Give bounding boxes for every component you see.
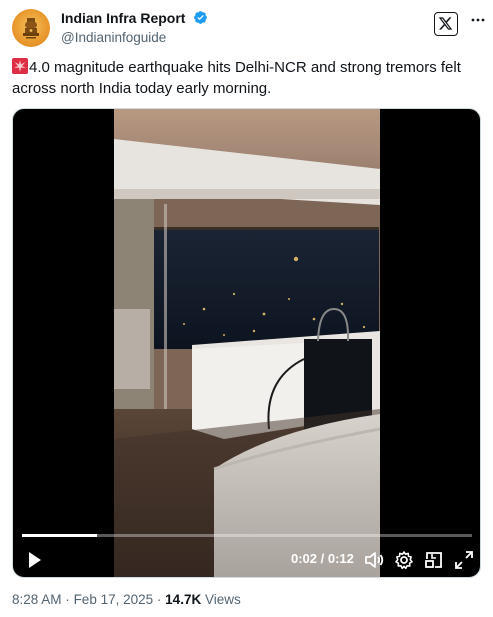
video-progress-fill (22, 534, 98, 537)
volume-icon[interactable] (363, 549, 385, 571)
post-time[interactable]: 8:28 AM (12, 592, 62, 607)
author-handle[interactable]: @Indianinfoguide (61, 29, 208, 46)
tweet-header: Indian Infra Report @Indianinfoguide (12, 8, 485, 48)
views-label: Views (204, 592, 241, 607)
author-display-name[interactable]: Indian Infra Report (61, 10, 185, 27)
play-icon[interactable] (23, 549, 45, 571)
settings-icon[interactable] (393, 549, 415, 571)
ashoka-emblem-icon (23, 18, 39, 39)
verified-badge-icon (194, 11, 207, 24)
video-frame (114, 109, 380, 577)
picture-in-picture-icon[interactable] (423, 549, 445, 571)
x-logo-button[interactable] (434, 12, 458, 36)
x-logo-icon (438, 17, 453, 30)
video-progress-bar[interactable] (22, 534, 472, 537)
tweet-meta: 8:28 AM · Feb 17, 2025 · 14.7K Views (12, 592, 241, 608)
post-date[interactable]: Feb 17, 2025 (74, 592, 154, 607)
fullscreen-icon[interactable] (453, 549, 475, 571)
rotating-light-emoji (12, 58, 28, 74)
meta-separator: · (65, 592, 70, 607)
tweet-card: Indian Infra Report @Indianinfoguide 4.0… (0, 0, 493, 617)
tweet-body: 4.0 magnitude earthquake hits Delhi-NCR … (12, 59, 461, 97)
more-options-button[interactable] (468, 12, 488, 32)
avatar[interactable] (12, 9, 50, 47)
more-options-icon (471, 18, 485, 22)
meta-separator-2: · (156, 592, 162, 607)
tweet-text: 4.0 magnitude earthquake hits Delhi-NCR … (12, 57, 482, 99)
views-count: 14.7K (165, 592, 202, 607)
video-player[interactable]: 0:02 / 0:12 (12, 108, 481, 578)
video-time: 0:02 / 0:12 (291, 551, 354, 566)
author-names: Indian Infra Report @Indianinfoguide (61, 10, 208, 46)
